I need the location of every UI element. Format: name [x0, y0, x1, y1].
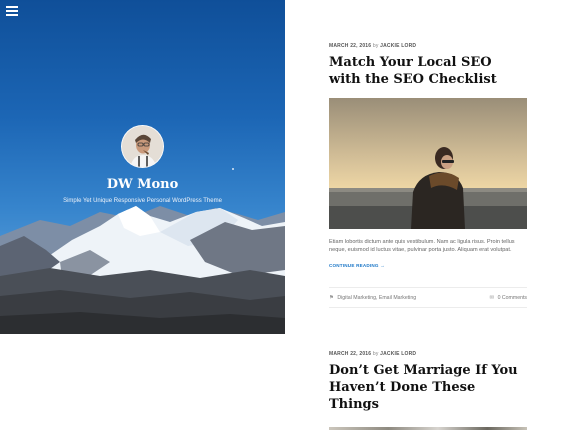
post-author[interactable]: JACKIE LORD [380, 43, 416, 49]
post-comments-link[interactable]: 0 Comments [498, 295, 527, 301]
post-comments: ✉ 0 Comments [490, 295, 527, 301]
post-by: by [372, 43, 379, 49]
post-author[interactable]: JACKIE LORD [380, 351, 416, 357]
avatar [121, 125, 164, 168]
post-categories: ⚑ Digital Marketing, Email Marketing [329, 295, 416, 301]
divider [329, 307, 527, 308]
avatar-portrait-icon [122, 126, 163, 167]
divider [329, 287, 527, 288]
post-thumbnail[interactable] [329, 98, 527, 229]
post-card: MARCH 22, 2016 by JACKIE LORD Match Your… [329, 43, 527, 308]
post-date[interactable]: MARCH 22, 2016 [329, 351, 371, 357]
post-excerpt: Etiam lobortis dictum ante quis vestibul… [329, 239, 515, 253]
hero-header: DW Mono Simple Yet Unique Responsive Per… [0, 0, 285, 334]
post-by: by [372, 351, 379, 357]
post-thumbnail-image [329, 98, 527, 229]
tag-icon: ⚑ [329, 295, 334, 301]
menu-toggle-icon[interactable] [6, 6, 18, 17]
post-date[interactable]: MARCH 22, 2016 [329, 43, 371, 49]
post-card: MARCH 22, 2016 by JACKIE LORD Don’t Get … [329, 351, 527, 430]
comment-icon: ✉ [489, 295, 495, 301]
post-footer-meta: ⚑ Digital Marketing, Email Marketing ✉ 0… [329, 295, 527, 305]
post-title[interactable]: Don’t Get Marriage If You Haven’t Done T… [329, 362, 527, 413]
site-description: Simple Yet Unique Responsive Personal Wo… [63, 198, 222, 204]
moon-dot [232, 168, 234, 170]
continue-reading-link[interactable]: CONTINUE READING → [329, 263, 385, 268]
post-meta: MARCH 22, 2016 by JACKIE LORD [329, 43, 527, 49]
post-title[interactable]: Match Your Local SEO with the SEO Checkl… [329, 54, 527, 88]
post-meta: MARCH 22, 2016 by JACKIE LORD [329, 351, 527, 357]
site-title[interactable]: DW Mono [0, 177, 285, 192]
post-categories-link[interactable]: Digital Marketing, Email Marketing [337, 295, 416, 301]
